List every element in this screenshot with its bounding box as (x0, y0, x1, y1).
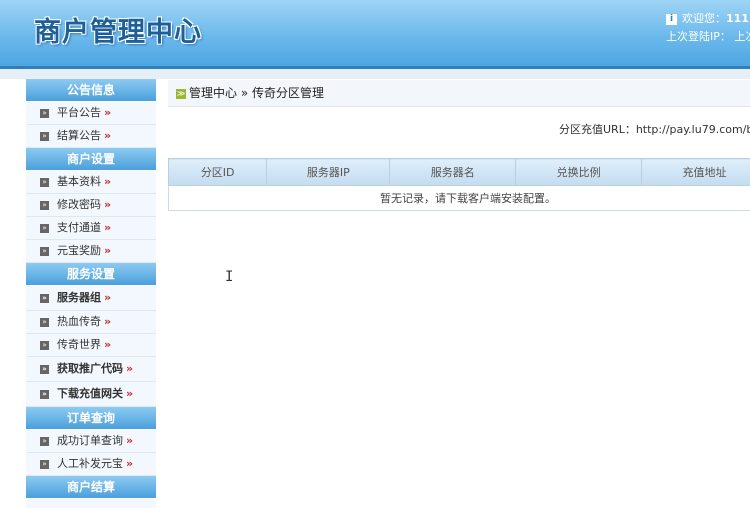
breadcrumb: ≫ 管理中心 » 传奇分区管理 (168, 80, 750, 107)
arrow-icon: » (104, 129, 112, 142)
sidebar-item-label: 结算公告 (57, 129, 101, 142)
last-login-tail: 上次 (734, 30, 750, 43)
sidebar-section-title: 服务设置 (26, 263, 156, 286)
arrow-icon: » (104, 291, 112, 304)
bullet-icon: » (40, 364, 49, 374)
bullet-icon: » (40, 200, 49, 210)
empty-message: 暂无记录，请下载客户端安装配置。 (168, 185, 750, 211)
sidebar-item-label: 修改密码 (57, 198, 101, 211)
sidebar-item[interactable]: » 支付通道» (26, 217, 156, 240)
zone-table: 分区ID 服务器IP 服务器名 兑换比例 充值地址 暂无记录，请下载客户端安装配置。 (167, 158, 750, 211)
sidebar-item[interactable]: » 结算公告» (26, 125, 156, 148)
arrow-icon: » (126, 387, 134, 400)
bullet-icon: » (40, 223, 49, 233)
sidebar-item[interactable]: » 获取推广代码» (26, 357, 156, 382)
bullet-icon: » (40, 340, 49, 350)
column-header: 兑换比例 (515, 158, 643, 186)
bullet-icon: » (40, 177, 49, 187)
breadcrumb-current: 传奇分区管理 (252, 86, 325, 100)
column-header: 分区ID (167, 158, 268, 186)
recharge-url: 分区充值URL：http://pay.lu79.com/b (559, 123, 750, 136)
table-row: 暂无记录，请下载客户端安装配置。 (168, 185, 750, 211)
user-info: i 欢迎您：111 上次登陆IP： 上次 (666, 10, 750, 46)
arrow-icon: » (126, 457, 134, 470)
column-header: 服务器IP (266, 158, 391, 186)
sidebar-item[interactable]: » 元宝奖励» (26, 240, 156, 263)
sidebar-item[interactable]: » 平台公告» (26, 102, 156, 125)
sidebar-item-label: 平台公告 (57, 106, 101, 119)
username: 111 (726, 12, 749, 25)
sidebar-item-label: 支付通道 (57, 221, 101, 234)
breadcrumb-separator: » (240, 86, 249, 100)
sidebar-section-title: 公告信息 (26, 79, 156, 102)
sidebar-item-label: 热血传奇 (57, 315, 101, 328)
arrow-icon: » (104, 338, 112, 351)
sidebar-item[interactable]: » 成功订单查询» (26, 430, 156, 453)
bullet-icon: » (40, 131, 49, 141)
sidebar-item-label: 下载充值网关 (57, 387, 123, 400)
arrow-icon: » (104, 106, 112, 119)
text-cursor-icon: I (225, 269, 234, 285)
arrow-icon: » (126, 362, 134, 375)
sidebar-item[interactable]: » 基本资料» (26, 171, 156, 194)
bullet-icon: » (40, 436, 49, 446)
bullet-icon: » (40, 317, 49, 327)
bullet-icon: » (40, 108, 49, 118)
sidebar-item-label: 元宝奖励 (57, 244, 101, 257)
sidebar-item-label: 获取推广代码 (57, 362, 123, 375)
welcome-label: 欢迎您： (682, 12, 726, 25)
bullet-icon: » (40, 459, 49, 469)
sidebar-item[interactable]: » 人工补发元宝» (26, 453, 156, 476)
sidebar-section-title: 订单查询 (26, 407, 156, 430)
column-header: 充值地址 (641, 158, 750, 186)
last-login-label: 上次登陆IP： (666, 30, 731, 43)
sidebar-section-title: 商户结算 (26, 476, 156, 499)
sidebar: 公告信息» 平台公告»» 结算公告» 商户设置» 基本资料»» 修改密码»» 支付通道»» 元… (26, 79, 156, 508)
arrow-icon: » (126, 434, 134, 447)
header: 商户管理中心 i 欢迎您：111 上次登陆IP： 上次 (0, 0, 750, 69)
breadcrumb-icon: ≫ (176, 88, 186, 99)
sidebar-item[interactable]: » 修改密码» (26, 194, 156, 217)
sidebar-item[interactable]: » 热血传奇» (26, 311, 156, 334)
table-header-row: 分区ID 服务器IP 服务器名 兑换比例 充值地址 (167, 158, 750, 186)
arrow-icon: » (104, 315, 112, 328)
header-divider (0, 69, 750, 79)
breadcrumb-home[interactable]: 管理中心 (189, 86, 237, 100)
info-icon: i (666, 13, 677, 25)
bullet-icon: » (40, 293, 49, 303)
sidebar-item[interactable]: » 服务器组» (26, 286, 156, 311)
sidebar-item-label: 人工补发元宝 (57, 457, 123, 470)
arrow-icon: » (104, 175, 112, 188)
sidebar-item[interactable]: » 下载充值网关» (26, 382, 156, 407)
sidebar-item-label: 传奇世界 (57, 338, 101, 351)
arrow-icon: » (104, 198, 112, 211)
sidebar-item[interactable]: » 传奇世界» (26, 334, 156, 357)
sidebar-section-title: 商户设置 (26, 148, 156, 171)
sidebar-item-label: 服务器组 (57, 291, 101, 304)
column-header: 服务器名 (389, 158, 517, 186)
sidebar-item-label: 成功订单查询 (57, 434, 123, 447)
arrow-icon: » (104, 244, 112, 257)
arrow-icon: » (104, 221, 112, 234)
sidebar-item-label: 基本资料 (57, 175, 101, 188)
logo: 商户管理中心 (34, 17, 202, 48)
bullet-icon: » (40, 246, 49, 256)
bullet-icon: » (40, 389, 49, 399)
